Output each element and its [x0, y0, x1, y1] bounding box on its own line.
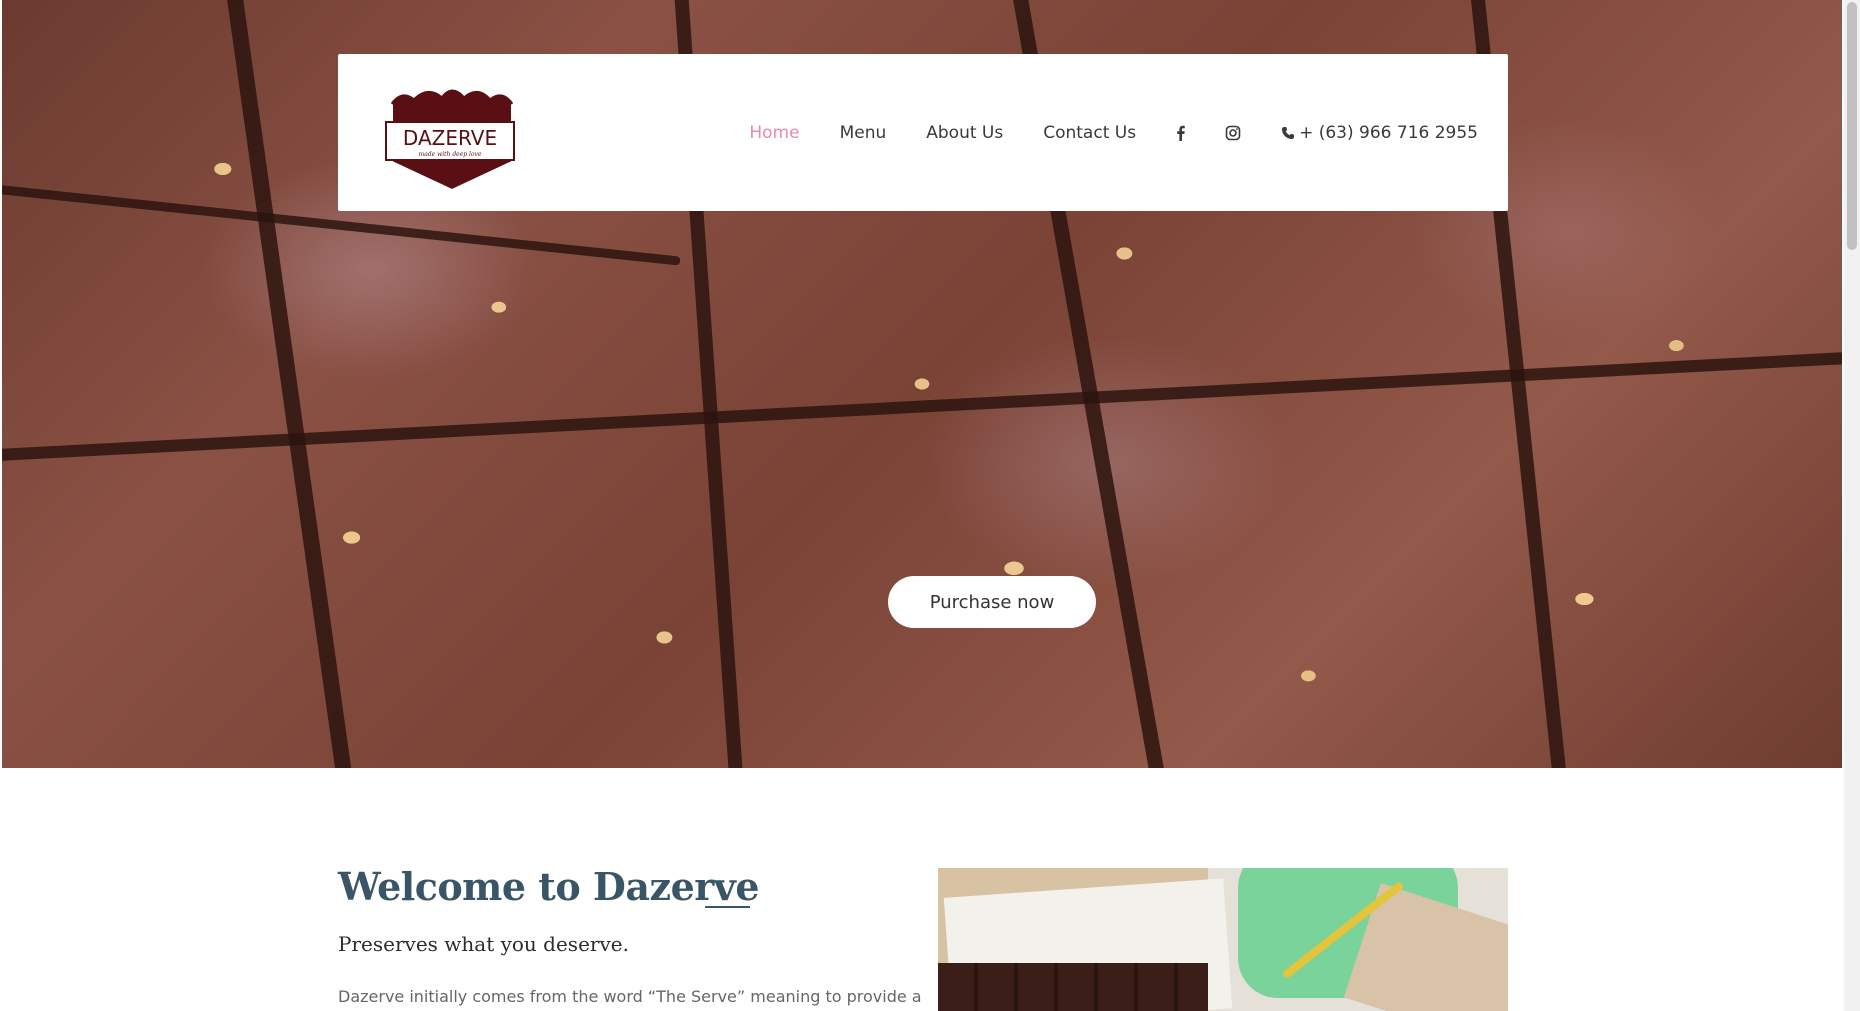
logo-wordmark: DAZERVE — [403, 126, 497, 150]
instagram-icon[interactable] — [1225, 125, 1241, 141]
welcome-subtitle: Preserves what you deserve. — [338, 932, 629, 956]
page-scrollbar[interactable] — [1844, 0, 1860, 1011]
brownie-crack — [225, 0, 355, 768]
title-divider — [705, 906, 750, 908]
nav-item-contact-us[interactable]: Contact Us — [1043, 123, 1136, 143]
phone-link[interactable]: + (63) 966 716 2955 — [1281, 123, 1478, 143]
nav-item-about-us[interactable]: About Us — [926, 123, 1003, 143]
nav-item-menu[interactable]: Menu — [840, 123, 887, 143]
dazerve-logo-image: DAZERVE made with deep love — [385, 89, 515, 192]
logo-tagline: made with deep love — [419, 151, 482, 158]
purchase-now-button[interactable]: Purchase now — [888, 576, 1096, 628]
photo-brownies — [938, 963, 1208, 1011]
phone-icon — [1282, 126, 1295, 139]
facebook-glyph — [1177, 125, 1185, 141]
main-nav: Home Menu About Us Contact Us + (63) 966… — [749, 54, 1478, 211]
scrollbar-thumb[interactable] — [1847, 2, 1857, 250]
phone-number: + (63) 966 716 2955 — [1299, 122, 1478, 143]
welcome-body-text: Dazerve initially comes from the word “T… — [338, 987, 922, 1006]
welcome-photo — [938, 868, 1508, 1011]
welcome-title: Welcome to Dazerve — [338, 864, 760, 909]
facebook-icon[interactable] — [1176, 125, 1185, 141]
site-header: DAZERVE made with deep love Home Menu Ab… — [338, 54, 1508, 211]
nav-item-home[interactable]: Home — [749, 123, 799, 143]
site-logo[interactable]: DAZERVE made with deep love — [384, 82, 520, 192]
instagram-glyph — [1225, 125, 1241, 140]
